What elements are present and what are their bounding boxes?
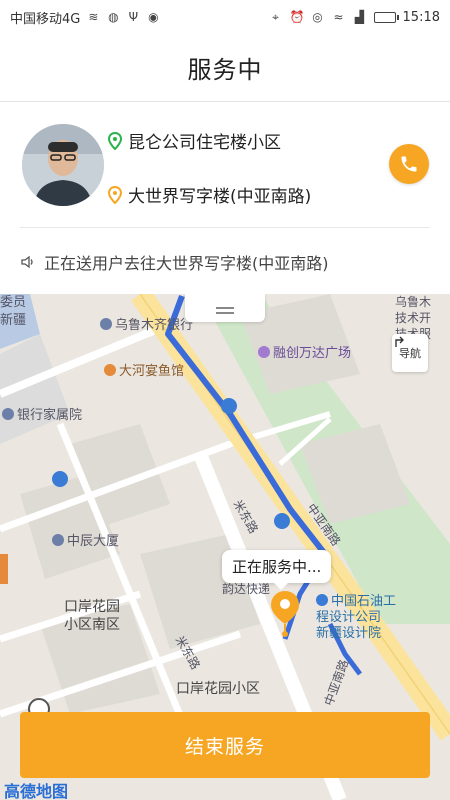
page-title: 服务中 — [187, 56, 263, 84]
bus-stop-icon — [221, 398, 237, 414]
trip-notice-text: 正在送用户去往大世界写字楼(中亚南路) — [44, 254, 329, 273]
end-service-button[interactable]: 结束服务 — [20, 712, 430, 778]
shopping-icon — [258, 346, 270, 358]
map-logo: 高德地图 — [4, 782, 69, 800]
wifi-calling-icon: ≋ — [88, 10, 99, 24]
bus-stop-icon — [52, 471, 68, 487]
eye-icon: ◎ — [312, 10, 323, 24]
signal-icon: ▟ — [354, 10, 365, 24]
panel-drag-handle[interactable] — [185, 294, 265, 322]
carrier-label: 中国移动4G — [10, 11, 81, 27]
end-location-text: 大世界写字楼(中亚南路) — [128, 187, 312, 207]
edge-mark — [0, 554, 8, 584]
wifi-icon: ≈ — [333, 10, 344, 24]
map-poi-text: 中国石油工 程设计公司 新疆设计院 — [316, 594, 397, 641]
app-icon: ◍ — [108, 10, 119, 24]
trip-notice: 正在送用户去往大世界写字楼(中亚南路) — [20, 250, 329, 274]
drag-handle-icon — [216, 307, 234, 309]
poi-icon — [2, 408, 14, 420]
usb-icon: Ψ — [128, 10, 139, 24]
map-poi-label: 中辰大厦 — [52, 530, 119, 549]
divider — [20, 227, 430, 228]
map-poi-text: 中辰大厦 — [67, 534, 120, 549]
map-poi-text: 融创万达广场 — [273, 346, 352, 361]
map-poi-text: 大河宴鱼馆 — [119, 364, 185, 379]
avatar — [22, 124, 104, 206]
restaurant-icon — [104, 364, 116, 376]
trip-info-panel: 昆仑公司住宅楼小区 大世界写字楼(中亚南路) 正在送用户去往大世界写字楼(中亚南… — [0, 102, 450, 294]
battery-icon — [373, 11, 399, 23]
map-poi-text: 银行家属院 — [17, 408, 83, 423]
map-area-label: 口岸花园小区 — [176, 681, 260, 697]
phone-icon — [401, 156, 417, 172]
avatar-image — [22, 124, 104, 206]
start-location-row: 昆仑公司住宅楼小区 — [108, 128, 281, 153]
start-pin-icon — [108, 131, 122, 150]
poi-icon — [52, 534, 64, 546]
poi-icon — [100, 318, 112, 330]
call-button[interactable] — [389, 144, 429, 184]
map-poi-text: 乌鲁木齐银行 — [115, 318, 194, 333]
map-poi-label: 银行家属院 — [2, 404, 82, 423]
status-bar: 中国移动4G ≋ ◍ Ψ ◉ ⌖ ⏰ ◎ ≈ ▟ 15:18 — [0, 0, 450, 34]
end-pin-icon — [108, 185, 122, 204]
map-area-label: 口岸花园 小区南区 — [64, 599, 120, 633]
map-poi-label: 大河宴鱼馆 — [104, 360, 184, 379]
start-location-text: 昆仑公司住宅楼小区 — [128, 133, 281, 153]
office-icon — [316, 594, 328, 606]
map-label-edge-left: 委员 新疆 — [0, 295, 27, 328]
navigation-arrow-icon — [395, 336, 404, 347]
location-icon: ⌖ — [272, 10, 279, 24]
notification-icon: ◉ — [148, 10, 159, 24]
map-poi-label: 融创万达广场 — [258, 342, 351, 361]
end-location-row: 大世界写字楼(中亚南路) — [108, 182, 311, 207]
map-poi-label: 乌鲁木齐银行 — [100, 314, 193, 333]
navigation-button[interactable]: 导航 — [392, 334, 428, 372]
location-marker-icon — [271, 591, 299, 637]
status-bubble: 正在服务中... — [222, 550, 332, 590]
map-poi-label: 中国石油工 程设计公司 新疆设计院 — [316, 594, 396, 642]
bus-stop-icon — [274, 513, 290, 529]
clock: 15:18 — [402, 9, 440, 25]
speaker-icon — [21, 255, 33, 269]
header: 服务中 — [0, 34, 450, 102]
alarm-icon: ⏰ — [289, 10, 305, 24]
